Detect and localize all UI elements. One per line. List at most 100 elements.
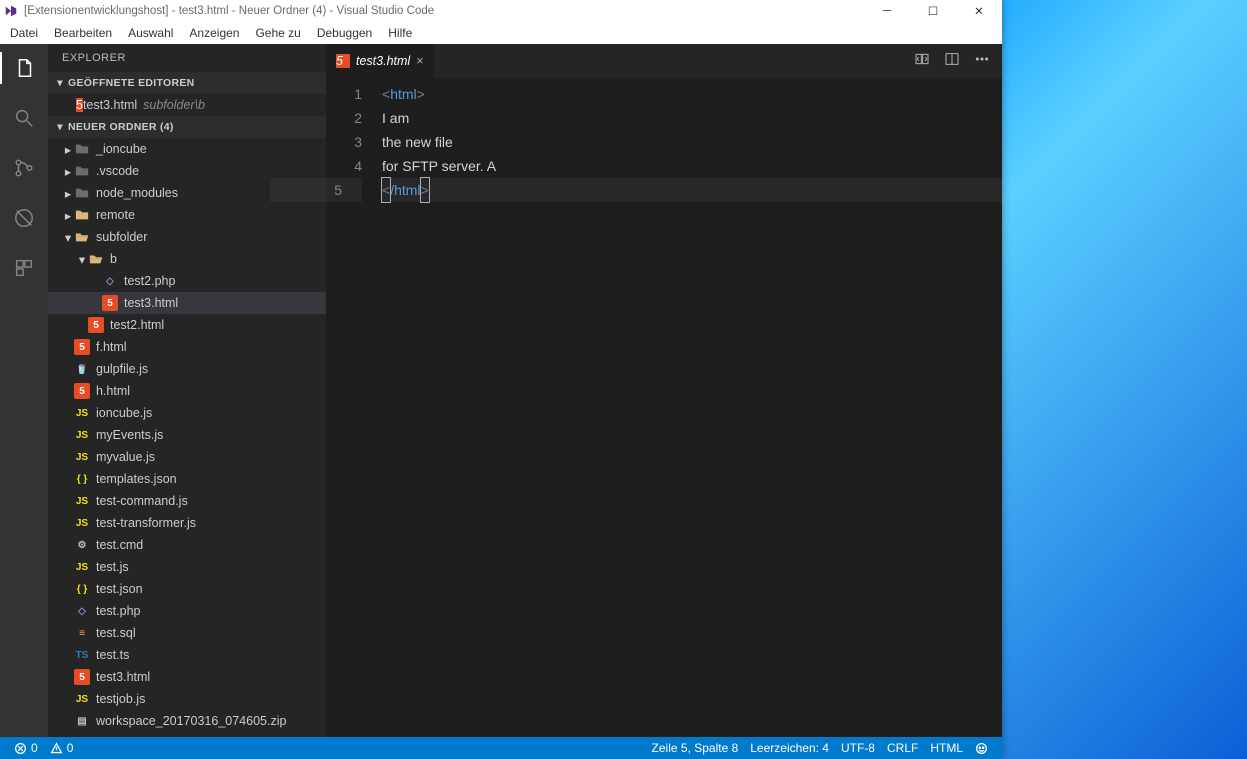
open-editor-item[interactable]: 5 test3.html subfolder\b [48,94,326,116]
file-test3-html[interactable]: 5test3.html [48,666,326,688]
js-icon: JS [74,559,90,575]
chevron-down-icon: ▾ [76,252,88,267]
code-line[interactable]: the new file [382,130,1002,154]
status-eol[interactable]: CRLF [881,741,924,755]
open-editors-section[interactable]: ▾ GEÖFFNETE EDITOREN [48,72,326,94]
activity-scm[interactable] [0,152,48,184]
file-myvalue-js[interactable]: JSmyvalue.js [48,446,326,468]
split-editor-icon[interactable] [944,51,960,72]
code-line[interactable]: I am [382,106,1002,130]
menu-gehe zu[interactable]: Gehe zu [247,24,308,42]
chevron-right-icon: ▸ [62,186,74,201]
folder-b[interactable]: ▾b [48,248,326,270]
file-test-js[interactable]: JStest.js [48,556,326,578]
tree-label: test-transformer.js [96,516,196,530]
tab-actions [914,44,1002,78]
json-icon: { } [74,581,90,597]
file-test-cmd[interactable]: ⚙test.cmd [48,534,326,556]
menu-hilfe[interactable]: Hilfe [380,24,420,42]
file-testjob-js[interactable]: JStestjob.js [48,688,326,710]
tree-label: testjob.js [96,692,145,706]
code-line[interactable]: for SFTP server. A [382,154,1002,178]
status-language[interactable]: HTML [924,741,969,755]
code-editor[interactable]: 12345 <html>I amthe new filefor SFTP ser… [326,78,1002,737]
folder--ioncube[interactable]: ▸_ioncube [48,138,326,160]
activity-search[interactable] [0,102,48,134]
status-encoding[interactable]: UTF-8 [835,741,881,755]
tab-test3-html[interactable]: 5 test3.html × [326,44,435,78]
tab-close-icon[interactable]: × [416,54,423,68]
code-line[interactable]: </html> [382,178,1002,202]
code-line[interactable]: <html> [382,82,1002,106]
file-f-html[interactable]: 5f.html [48,336,326,358]
folder-subfolder[interactable]: ▾subfolder [48,226,326,248]
cmd-icon: ⚙ [74,537,90,553]
more-actions-icon[interactable] [974,51,990,72]
file-test-sql[interactable]: ≡test.sql [48,622,326,644]
file-test-transformer-js[interactable]: JStest-transformer.js [48,512,326,534]
chevron-right-icon: ▸ [62,164,74,179]
menu-bearbeiten[interactable]: Bearbeiten [46,24,120,42]
sidebar-title: EXPLORER [48,44,326,72]
file-test2-html[interactable]: 5test2.html [48,314,326,336]
file-test3-html[interactable]: 5test3.html [48,292,326,314]
line-number: 2 [326,106,362,130]
tree-label: node_modules [96,186,178,200]
file-test2-php[interactable]: ◇test2.php [48,270,326,292]
activity-debug[interactable] [0,202,48,234]
folder-remote[interactable]: ▸remote [48,204,326,226]
menu-anzeigen[interactable]: Anzeigen [181,24,247,42]
file-test-json[interactable]: { }test.json [48,578,326,600]
zip-icon: ▤ [74,713,90,729]
file-h-html[interactable]: 5h.html [48,380,326,402]
tree-label: test-command.js [96,494,188,508]
file-gulpfile-js[interactable]: 🥤gulpfile.js [48,358,326,380]
window-title: [Extensionentwicklungshost] - test3.html… [24,5,864,17]
menubar: DateiBearbeitenAuswahlAnzeigenGehe zuDeb… [0,22,1002,44]
menu-datei[interactable]: Datei [2,24,46,42]
folderdot-icon [74,141,90,157]
json-icon: { } [74,471,90,487]
file-workspace-20170316-074605-zip[interactable]: ▤ workspace_20170316_074605.zip [48,710,326,732]
activity-extensions[interactable] [0,252,48,284]
workspace-section[interactable]: ▾ NEUER ORDNER (4) [48,116,326,138]
maximize-button[interactable]: ☐ [910,0,956,22]
status-cursor[interactable]: Zeile 5, Spalte 8 [646,741,745,755]
tree-label: workspace_20170316_074605.zip [96,714,286,728]
tabbar: 5 test3.html × [326,44,1002,78]
folder-icon [74,207,90,223]
tab-label: test3.html [356,54,410,68]
file-templates-json[interactable]: { } templates.json [48,468,326,490]
html-icon: 5 [336,54,350,68]
close-button[interactable]: ✕ [956,0,1002,22]
file-test-ts[interactable]: TStest.ts [48,644,326,666]
tree-label: myvalue.js [96,450,155,464]
status-errors[interactable]: 0 [8,741,44,755]
status-warnings[interactable]: 0 [44,741,80,755]
file-test-command-js[interactable]: JS test-command.js [48,490,326,512]
vs-logo-icon [4,4,18,18]
status-feedback-icon[interactable] [969,742,994,755]
ts-icon: TS [74,647,90,663]
open-editor-path: subfolder\b [143,98,205,112]
php-icon: ◇ [102,273,118,289]
tree-label: test.sql [96,626,136,640]
tree-label: test3.html [96,670,150,684]
file-ioncube-js[interactable]: JSioncube.js [48,402,326,424]
code-body[interactable]: <html>I amthe new filefor SFTP server. A… [382,78,1002,737]
tree-label: templates.json [96,472,177,486]
folderdot-icon [74,163,90,179]
menu-auswahl[interactable]: Auswahl [120,24,181,42]
chevron-right-icon: ▸ [62,142,74,157]
file-myevents-js[interactable]: JSmyEvents.js [48,424,326,446]
js-icon: JS [74,493,90,509]
compare-icon[interactable] [914,51,930,72]
tree-label: f.html [96,340,127,354]
file-test-php[interactable]: ◇test.php [48,600,326,622]
activity-explorer[interactable] [0,52,48,84]
status-indent[interactable]: Leerzeichen: 4 [744,741,835,755]
tree-label: myEvents.js [96,428,163,442]
vscode-window: [Extensionentwicklungshost] - test3.html… [0,0,1002,759]
menu-debuggen[interactable]: Debuggen [309,24,380,42]
minimize-button[interactable]: ─ [864,0,910,22]
